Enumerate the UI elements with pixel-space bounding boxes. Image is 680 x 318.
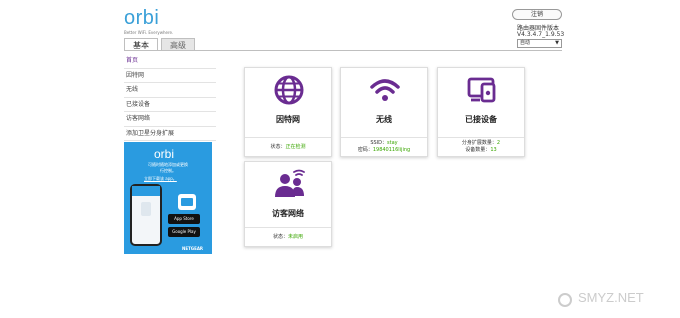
- promo-brand: orbi: [154, 147, 175, 161]
- sidebar-item-wireless[interactable]: 无线: [124, 83, 216, 98]
- logout-button[interactable]: 注销: [512, 9, 562, 20]
- brand-name: orbi: [124, 7, 160, 29]
- internet-status-value: 正在检测: [285, 144, 306, 150]
- sidebar-item-home[interactable]: 首页: [124, 54, 216, 69]
- sidebar-item-guest-network[interactable]: 访客网络: [124, 112, 216, 127]
- ssid-value: stay: [387, 140, 398, 146]
- google-play-button[interactable]: Google Play: [168, 227, 200, 237]
- device-count-label: 设备数量：: [465, 147, 491, 153]
- chevron-down-icon: ▼: [555, 40, 559, 46]
- orbi-logo: orbi Better WiFi. Everywhere.: [124, 8, 173, 35]
- guest-status-label: 状态：: [272, 234, 288, 240]
- sidebar-item-internet[interactable]: 因特网: [124, 69, 216, 83]
- tab-divider: [124, 50, 562, 51]
- internet-status-label: 状态：: [270, 144, 286, 150]
- watermark-icon: [558, 293, 572, 307]
- brand-tagline: Better WiFi. Everywhere.: [124, 30, 174, 35]
- wifi-key-value: 19840116lijing: [372, 147, 411, 153]
- attached-devices-card[interactable]: 已接设备 分身扩展数量：2 设备数量：13: [437, 67, 525, 157]
- internet-card[interactable]: 因特网 状态：正在检测: [244, 67, 332, 157]
- netgear-logo: NETGEAR: [182, 246, 203, 251]
- guest-status-value: 未启用: [288, 234, 304, 240]
- wifi-key-label: 密码：: [357, 147, 373, 153]
- watermark-text: SMYZ.NET: [578, 290, 644, 305]
- app-store-button[interactable]: App Store: [168, 214, 200, 224]
- wifi-icon: [370, 79, 400, 101]
- promo-download-link[interactable]: 立即下载该 app。: [144, 176, 177, 182]
- attached-devices-title: 已接设备: [465, 115, 497, 124]
- wireless-card[interactable]: 无线 SSID：stay 密码：19840116lijing: [340, 67, 428, 157]
- globe-icon: [274, 75, 304, 105]
- satellite-count-value: 2: [496, 140, 501, 146]
- language-select[interactable]: 自动 ▼: [517, 39, 562, 48]
- firmware-version: V4.3.4.7_1.9.53: [517, 31, 565, 38]
- orbi-app-icon: [178, 194, 196, 210]
- guest-users-icon: [275, 169, 305, 197]
- device-count-value: 13: [490, 147, 497, 153]
- guest-network-card[interactable]: 访客网络 状态：未启用: [244, 161, 332, 247]
- language-selected: 自动: [520, 40, 531, 46]
- phone-image: [130, 184, 162, 246]
- devices-icon: [467, 77, 496, 103]
- sidebar: 首页 因特网 无线 已接设备 访客网络 添加卫星分身扩展: [124, 54, 216, 141]
- wireless-card-title: 无线: [376, 115, 392, 124]
- app-promo-banner[interactable]: orbi 可随时随地添加或更换 行控制。 立即下载该 app。 App Stor…: [124, 142, 212, 254]
- satellite-count-label: 分身扩展数量：: [461, 140, 497, 146]
- ssid-label: SSID：: [370, 140, 388, 146]
- internet-card-title: 因特网: [276, 115, 300, 124]
- promo-text-line2: 行控制。: [160, 168, 176, 173]
- sidebar-item-attached-devices[interactable]: 已接设备: [124, 98, 216, 112]
- guest-network-title: 访客网络: [272, 209, 304, 218]
- sidebar-item-add-satellite[interactable]: 添加卫星分身扩展: [124, 127, 216, 141]
